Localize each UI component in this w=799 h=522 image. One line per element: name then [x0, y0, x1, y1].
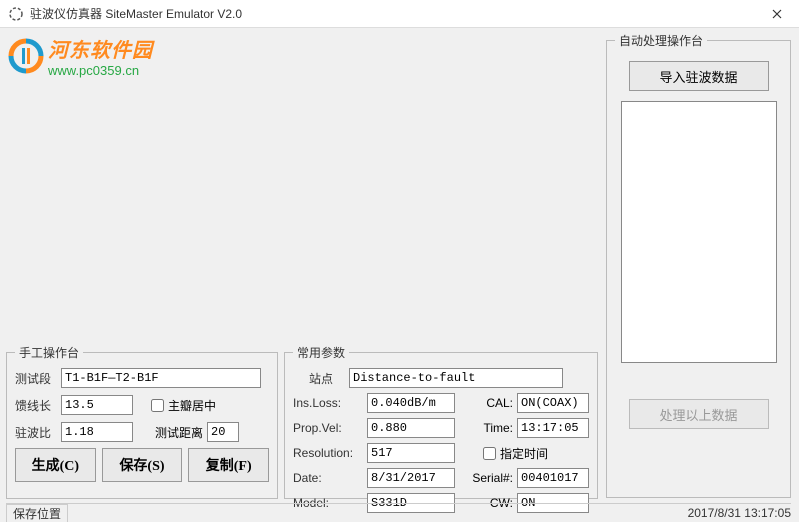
save-button[interactable]: 保存(S) [102, 448, 183, 482]
close-button[interactable] [755, 0, 799, 28]
input-date[interactable] [367, 468, 455, 488]
center-main-wrap[interactable]: 主瓣居中 [151, 397, 216, 414]
window-title: 驻波仪仿真器 SiteMaster Emulator V2.0 [30, 5, 242, 22]
label-test-distance: 测试距离 [155, 424, 203, 441]
input-prop-vel[interactable] [367, 418, 455, 438]
label-prop-vel: Prop.Vel: [293, 421, 367, 435]
label-cal: CAL: [461, 396, 513, 410]
label-site: 站点 [293, 370, 349, 387]
status-save-location: 保存位置 [6, 504, 68, 522]
label-center-main: 主瓣居中 [168, 397, 216, 414]
label-feeder-length: 馈线长 [15, 397, 61, 414]
copy-button[interactable]: 复制(F) [188, 448, 269, 482]
input-test-distance[interactable] [207, 422, 239, 442]
input-resolution[interactable] [367, 443, 455, 463]
label-vswr: 驻波比 [15, 424, 61, 441]
statusbar: 保存位置 2017/8/31 13:17:05 [6, 503, 791, 521]
auto-list[interactable] [621, 101, 777, 363]
watermark-url: www.pc0359.cn [48, 63, 153, 78]
watermark-text-cn: 河东软件园 [48, 34, 153, 63]
input-ins-loss[interactable] [367, 393, 455, 413]
auto-panel: 自动处理操作台 导入驻波数据 处理以上数据 [606, 32, 791, 498]
checkbox-fixed-time[interactable] [483, 447, 496, 460]
watermark-icon [8, 38, 44, 74]
input-cal[interactable] [517, 393, 589, 413]
manual-legend: 手工操作台 [15, 344, 83, 361]
checkbox-center-main[interactable] [151, 399, 164, 412]
input-site[interactable] [349, 368, 563, 388]
titlebar: 驻波仪仿真器 SiteMaster Emulator V2.0 [0, 0, 799, 28]
input-vswr[interactable] [61, 422, 133, 442]
label-time: Time: [461, 421, 513, 435]
status-datetime: 2017/8/31 13:17:05 [688, 506, 791, 520]
process-button: 处理以上数据 [629, 399, 769, 429]
fixed-time-wrap[interactable]: 指定时间 [483, 445, 548, 462]
auto-legend: 自动处理操作台 [615, 32, 707, 49]
import-button[interactable]: 导入驻波数据 [629, 61, 769, 91]
generate-button[interactable]: 生成(C) [15, 448, 96, 482]
input-serial[interactable] [517, 468, 589, 488]
app-icon [8, 6, 24, 22]
input-test-segment[interactable] [61, 368, 261, 388]
watermark: 河东软件园 www.pc0359.cn [8, 34, 153, 78]
label-fixed-time: 指定时间 [500, 445, 548, 462]
params-legend: 常用参数 [293, 344, 349, 361]
label-ins-loss: Ins.Loss: [293, 396, 367, 410]
manual-panel: 手工操作台 测试段 馈线长 主瓣居中 驻波比 测试距离 [6, 344, 278, 499]
input-feeder-length[interactable] [61, 395, 133, 415]
label-test-segment: 测试段 [15, 370, 61, 387]
label-serial: Serial#: [461, 471, 513, 485]
input-time[interactable] [517, 418, 589, 438]
label-resolution: Resolution: [293, 446, 367, 460]
canvas-area: 河东软件园 www.pc0359.cn [6, 32, 598, 344]
label-date: Date: [293, 471, 367, 485]
params-panel: 常用参数 站点 Ins.Loss: CAL: Prop.Vel: Time: [284, 344, 598, 499]
